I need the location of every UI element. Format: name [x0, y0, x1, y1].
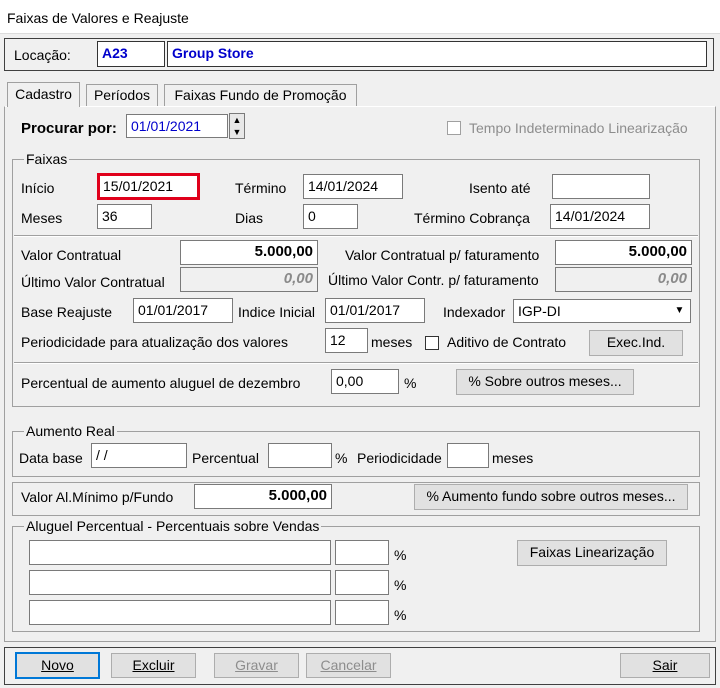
tab-periodos[interactable]: Períodos	[86, 84, 158, 106]
valor-contratual-field[interactable]: 5.000,00	[180, 240, 318, 265]
termino-cobranca-label: Término Cobrança	[414, 210, 530, 226]
valor-minimo-field[interactable]: 5.000,00	[194, 484, 332, 509]
inicio-label: Início	[21, 180, 55, 196]
inicio-field[interactable]: 15/01/2021	[97, 173, 200, 200]
aluguel-pct-field[interactable]	[335, 540, 389, 565]
termino-label: Término	[235, 180, 287, 196]
periodicidade-unit: meses	[371, 334, 413, 350]
aluguel-percentual-group-title: Aluguel Percentual - Percentuais sobre V…	[24, 518, 322, 534]
ultimo-valor-label: Último Valor Contratual	[21, 274, 165, 290]
window-title: Faixas de Valores e Reajuste	[7, 10, 189, 26]
chevron-down-icon[interactable]: ▼	[670, 301, 689, 321]
periodicidade-label: Periodicidade para atualização dos valor…	[21, 334, 288, 350]
exec-ind-button[interactable]: Exec.Ind.	[589, 330, 683, 356]
aluguel-desc-field[interactable]	[29, 540, 331, 565]
indice-inicial-field[interactable]: 01/01/2017	[325, 298, 425, 323]
base-reajuste-label: Base Reajuste	[21, 304, 113, 320]
ultimo-valor-field[interactable]: 0,00	[180, 267, 318, 292]
percentual-field[interactable]	[268, 443, 332, 468]
aumento-fundo-button[interactable]: % Aumento fundo sobre outros meses...	[414, 484, 688, 510]
faixas-linearizacao-button[interactable]: Faixas Linearização	[517, 540, 667, 566]
cancelar-button[interactable]: Cancelar	[306, 653, 391, 678]
indexador-label: Indexador	[443, 304, 506, 320]
periodicidade-real-field[interactable]	[447, 443, 489, 468]
aluguel-desc-field[interactable]	[29, 600, 331, 625]
dias-field[interactable]: 0	[303, 204, 358, 229]
meses-real-label: meses	[492, 450, 534, 466]
aditivo-checkbox[interactable]	[425, 336, 439, 350]
tab-periodos-label: Períodos	[93, 87, 151, 103]
valor-minimo-label: Valor Al.Mínimo p/Fundo	[21, 489, 174, 505]
indexador-select[interactable]: IGP-DI	[513, 299, 691, 323]
isento-field[interactable]	[552, 174, 650, 199]
tab-faixas-fundo-label: Faixas Fundo de Promoção	[174, 87, 347, 103]
sobre-outros-meses-button[interactable]: % Sobre outros meses...	[456, 369, 634, 395]
location-name-field[interactable]: Group Store	[167, 41, 707, 67]
valor-contratual-fat-label: Valor Contratual p/ faturamento	[345, 247, 540, 263]
location-label: Locação:	[14, 47, 71, 63]
gravar-button[interactable]: Gravar	[214, 653, 299, 678]
indice-inicial-label: Indice Inicial	[238, 304, 316, 320]
tempo-indeterminado-label: Tempo Indeterminado Linearização	[469, 120, 688, 136]
sair-button[interactable]: Sair	[620, 653, 710, 678]
percentual-dez-label: Percentual de aumento aluguel de dezembr…	[21, 375, 301, 391]
termino-cobranca-field[interactable]: 14/01/2024	[550, 204, 650, 229]
percent-sign: %	[394, 577, 407, 593]
divider	[14, 362, 698, 364]
periodicidade-field[interactable]: 12	[325, 328, 368, 353]
dias-label: Dias	[235, 210, 264, 226]
novo-button[interactable]: Novo	[15, 652, 100, 679]
tab-cadastro[interactable]: Cadastro	[7, 82, 80, 107]
aditivo-label: Aditivo de Contrato	[447, 334, 567, 350]
tab-cadastro-label: Cadastro	[15, 86, 72, 102]
faixas-group-title: Faixas	[24, 151, 70, 167]
percent-sign: %	[335, 450, 348, 466]
spin-up-down-icon[interactable]: ▲ ▼	[229, 113, 245, 139]
percent-sign: %	[394, 547, 407, 563]
periodicidade-real-label: Periodicidade	[357, 450, 442, 466]
ultimo-valor-fat-label: Último Valor Contr. p/ faturamento	[328, 272, 539, 288]
valor-contratual-fat-field[interactable]: 5.000,00	[555, 240, 692, 265]
isento-label: Isento até	[469, 180, 531, 196]
divider	[14, 235, 698, 237]
percent-sign: %	[404, 375, 417, 391]
tempo-indeterminado-checkbox[interactable]	[447, 121, 461, 135]
ultimo-valor-fat-field[interactable]: 0,00	[555, 267, 692, 292]
aluguel-desc-field[interactable]	[29, 570, 331, 595]
location-code-field[interactable]: A23	[97, 41, 165, 67]
percentual-dez-field[interactable]: 0,00	[331, 369, 399, 394]
data-base-field[interactable]: / /	[91, 443, 187, 468]
percent-sign: %	[394, 607, 407, 623]
meses-field[interactable]: 36	[97, 204, 152, 229]
termino-field[interactable]: 14/01/2024	[303, 174, 403, 199]
tab-faixas-fundo[interactable]: Faixas Fundo de Promoção	[164, 84, 357, 106]
aumento-real-group-title: Aumento Real	[24, 423, 117, 439]
meses-label: Meses	[21, 210, 63, 226]
base-reajuste-field[interactable]: 01/01/2017	[133, 298, 233, 323]
percentual-label: Percentual	[192, 450, 259, 466]
excluir-button[interactable]: Excluir	[111, 653, 196, 678]
aluguel-pct-field[interactable]	[335, 570, 389, 595]
data-base-label: Data base	[19, 450, 83, 466]
search-input[interactable]: 01/01/2021	[126, 114, 228, 138]
aluguel-pct-field[interactable]	[335, 600, 389, 625]
valor-contratual-label: Valor Contratual	[21, 247, 122, 263]
search-label: Procurar por:	[21, 120, 117, 137]
